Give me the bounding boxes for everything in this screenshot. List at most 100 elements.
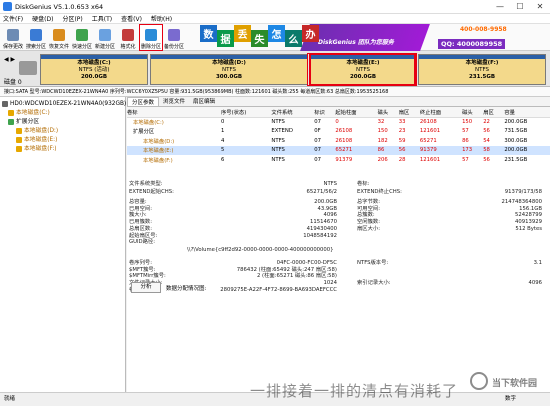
toolbar-button-4[interactable]: 新建分区 [94, 25, 116, 50]
toolbar-label: 保存更改 [2, 44, 23, 50]
table-cell: 121601 [419, 156, 441, 163]
save-icon [7, 29, 19, 41]
tab-browse-files[interactable]: 浏览文件 [159, 97, 189, 106]
detail-value: 52428799 [515, 212, 542, 219]
table-cell: 26108 [335, 128, 353, 135]
menu-disk[interactable]: 硬盘(D) [32, 14, 53, 23]
disk-map-partition[interactable]: 本地磁盘(F:) NTFS 231.5GB [418, 54, 546, 85]
analyze-button[interactable]: 分析 [131, 282, 161, 293]
table-row[interactable]: 本地磁盘(F:) 6 NTFS 07 91379 206 28 121601 57 56 231.5… [127, 155, 550, 165]
detail-value: 40913929 [515, 219, 542, 226]
partition-table: 卷标 序号(状态) 文件系统 标识 起始柱面 磁头 扇区 终止柱面 磁头 扇区 容量 本地磁盘(C:)… [127, 107, 550, 165]
tree-item[interactable]: 本地磁盘(C:) [2, 109, 123, 118]
tree-item-label: HD0:WDCWD10EZEX-21WN4A0(932GB) [10, 101, 127, 107]
extend-start-value: 65271/56/2 [306, 189, 337, 195]
detail-value: 4096 [528, 280, 542, 287]
toolbar-button-0[interactable]: 保存更改 [2, 25, 24, 50]
column-header[interactable]: 卷标 [127, 107, 221, 118]
tree-item[interactable]: 本地磁盘(D:) [2, 127, 123, 136]
toolbar-button-3[interactable]: 快速分区 [71, 25, 93, 50]
promo-banner[interactable]: DiskGenius 团队为您服务 QQ: 4000089958 400-008… [200, 24, 550, 51]
detail-value: 200.0GB [314, 199, 337, 205]
detail-value: 2809275E-A22F-4F72-8699-BA693DAEFCCC [220, 286, 337, 293]
drive-icon [16, 136, 22, 143]
column-header[interactable]: 磁头 [462, 107, 484, 118]
column-header[interactable]: 起始柱面 [335, 107, 378, 118]
minimize-button[interactable]: — [490, 2, 510, 11]
column-header[interactable]: 扇区 [483, 107, 505, 118]
extend-start-label: EXTEND起始CHS: [129, 189, 174, 195]
maximize-button[interactable]: ☐ [510, 2, 530, 11]
extend-end-value: 91379/173/58 [504, 189, 542, 195]
table-cell: 91379 [335, 156, 353, 163]
partition-size: 231.5GB [468, 74, 496, 80]
menu-help[interactable]: 帮助(H) [151, 14, 172, 23]
usage-bar [41, 55, 147, 59]
menu-file[interactable]: 文件(F) [3, 14, 23, 23]
toolbar-label: 格式化 [120, 44, 136, 50]
table-cell: 28 [398, 156, 406, 163]
table-cell: 扩展分区 [133, 129, 155, 136]
logo-text: 当下软件园 [492, 379, 538, 389]
detail-value: 11514670 [310, 219, 337, 226]
column-header[interactable]: 终止柱面 [419, 107, 463, 118]
menu-partition[interactable]: 分区(P) [62, 14, 82, 23]
banner-brand: DiskGenius 团队为您服务 [318, 39, 394, 46]
banner-qq: QQ: 4000089958 [438, 39, 506, 49]
detail-label: NTFS版本号: [357, 260, 389, 266]
banner-char: 丢 [234, 25, 251, 42]
close-button[interactable]: ✕ [530, 2, 550, 11]
detail-label: 索引记录大小: [357, 280, 391, 287]
table-cell: NTFS [271, 145, 315, 155]
tree-item[interactable]: 扩展分区 [2, 118, 123, 127]
table-cell: 07 [314, 156, 321, 163]
table-cell: 0 [220, 119, 225, 125]
tree-item[interactable]: HD0:WDCWD10EZEX-21WN4A0(932GB) [2, 100, 127, 109]
partition-size: 300.0GB [215, 74, 243, 80]
menu-view[interactable]: 查看(V) [121, 14, 142, 23]
table-row[interactable]: 扩展分区 1 EXTEND 0F 26108 150 23 121601 57 56 731.5GB [127, 127, 550, 137]
tab-sector-edit[interactable]: 扇区编辑 [189, 97, 219, 106]
disk-nav-arrows[interactable]: ◀ ▶ [4, 56, 15, 63]
table-cell: 65271 [419, 137, 437, 144]
table-cell: 32 [377, 119, 385, 125]
table-cell: 56 [398, 145, 420, 155]
table-cell: 本地磁盘(D:) [143, 138, 175, 145]
column-header[interactable]: 标识 [314, 107, 336, 118]
table-cell: 65271 [335, 145, 378, 155]
toolbar-label: 备份分区 [163, 44, 184, 50]
quick-partition-icon [76, 29, 88, 41]
toolbar-button-7[interactable]: 备份分区 [163, 25, 185, 50]
column-header[interactable]: 文件系统 [271, 107, 315, 118]
toolbar-button-5[interactable]: 格式化 [117, 25, 139, 50]
detail-label: 总扇区数: [129, 225, 152, 232]
table-cell: 23 [398, 128, 406, 135]
disk-map-partition[interactable]: 本地磁盘(C:) NTFS (活动) 200.0GB [40, 54, 148, 85]
column-header[interactable]: 容量 [504, 107, 550, 118]
tree-item[interactable]: 本地磁盘(E:) [2, 136, 123, 145]
toolbar-button-2[interactable]: 恢复文件 [48, 25, 70, 50]
table-cell: 182 [377, 137, 388, 144]
menu-tools[interactable]: 工具(T) [92, 14, 112, 23]
table-row[interactable]: 本地磁盘(E:) 5 NTFS 07 65271 86 56 91379 173 58 200.0G… [127, 145, 550, 155]
banner-char: 数 [200, 25, 217, 42]
column-header[interactable]: 磁头 [377, 107, 399, 118]
partition-size: 200.0GB [80, 74, 108, 80]
column-header[interactable]: 序号(状态) [220, 107, 272, 118]
detail-label: 已用簇数: [129, 219, 152, 226]
delete-icon [145, 29, 157, 41]
detail-value: 156.1GB [519, 205, 542, 212]
search-icon [30, 29, 42, 41]
column-header[interactable]: 扇区 [398, 107, 420, 118]
table-row[interactable]: 本地磁盘(C:) 0 NTFS 07 0 32 33 26108 150 22 200.0GB [127, 117, 550, 127]
tree-item[interactable]: 本地磁盘(F:) [2, 145, 123, 154]
detail-value: 512 Bytes [515, 225, 542, 232]
site-logo: 当下软件园 [470, 370, 548, 394]
detail-value: 4096 [323, 212, 337, 219]
toolbar-button-6[interactable]: 删除分区 [139, 24, 163, 51]
toolbar-button-1[interactable]: 搜索分区 [25, 25, 47, 50]
table-row[interactable]: 本地磁盘(D:) 4 NTFS 07 26108 182 59 65271 86 54 300.0G… [127, 136, 550, 146]
disk-map-partition[interactable]: 本地磁盘(D:) NTFS 300.0GB [150, 54, 308, 85]
detail-value: 1048584192 [303, 232, 337, 239]
tab-partition-params[interactable]: 分区参数 [127, 97, 160, 106]
